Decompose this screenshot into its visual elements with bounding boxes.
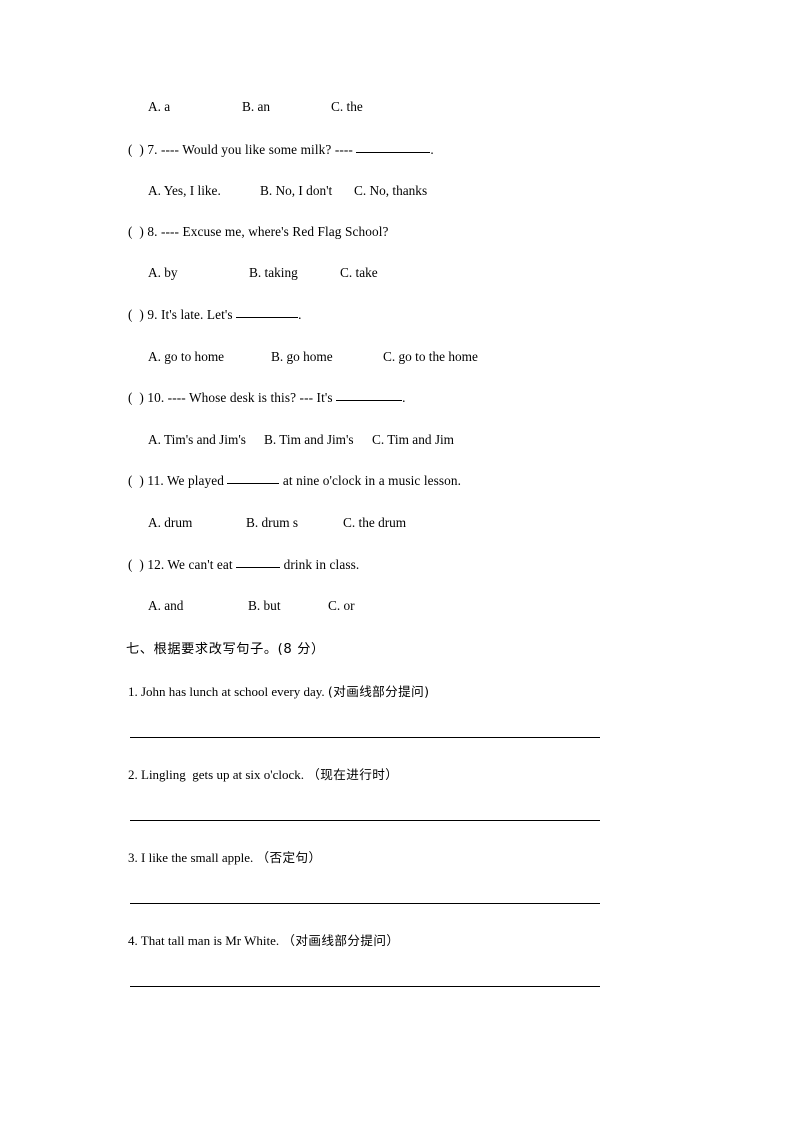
question-marker-11: ( ) 11. [128, 473, 164, 488]
question-text-9-before: It's late. Let's [157, 307, 237, 322]
option-9-b[interactable]: B. go home [271, 349, 383, 365]
option-12-b[interactable]: B. but [248, 598, 328, 614]
question-text-11-before: We played [163, 473, 228, 488]
rewrite-instruction-3: （否定句） [256, 850, 322, 865]
question-marker-9: ( ) 9. [128, 307, 158, 322]
question-marker-10: ( ) 10. [128, 390, 165, 405]
option-11-b[interactable]: B. drum s [246, 515, 343, 531]
option-row-10: A. Tim's and Jim's B. Tim and Jim's C. T… [148, 432, 454, 448]
rewrite-sentence-1: John has lunch at school every day. [137, 684, 328, 699]
question-text-7-before: ---- Would you like some milk? ---- [157, 142, 357, 157]
option-row-11: A. drum B. drum s C. the drum [148, 515, 406, 531]
section-heading-seven: 七、根据要求改写句子。(8 分） [126, 642, 325, 657]
question-text-9-after: . [298, 307, 302, 322]
rewrite-sentence-2: Lingling gets up at six o'clock. [137, 767, 308, 782]
option-11-c[interactable]: C. the drum [343, 515, 406, 531]
question-text-11-after: at nine o'clock in a music lesson. [279, 473, 462, 488]
answer-rule-3[interactable] [130, 903, 600, 904]
option-row-7: A. Yes, I like. B. No, I don't C. No, th… [148, 183, 427, 199]
question-marker-12: ( ) 12. [128, 557, 165, 572]
answer-blank-11[interactable] [227, 483, 280, 484]
answer-blank-9[interactable] [236, 317, 299, 318]
question-marker-7: ( ) 7. [128, 142, 158, 157]
option-10-c[interactable]: C. Tim and Jim [372, 432, 454, 448]
rewrite-item-4: 4. That tall man is Mr White. （对画线部分提问） [128, 930, 399, 949]
option-8-b[interactable]: B. taking [249, 265, 340, 281]
option-7-a[interactable]: A. Yes, I like. [148, 183, 260, 199]
rewrite-sentence-4: That tall man is Mr White. [137, 933, 283, 948]
question-text-10-before: ---- Whose desk is this? --- It's [164, 390, 337, 405]
option-9-a[interactable]: A. go to home [148, 349, 271, 365]
option-a[interactable]: A. a [148, 99, 242, 115]
rewrite-number-1: 1. [128, 684, 138, 699]
question-text-7-after: . [430, 142, 434, 157]
answer-blank-7[interactable] [356, 152, 431, 153]
question-stem-10: ( ) 10. ---- Whose desk is this? --- It'… [128, 390, 406, 406]
question-text-12-after: drink in class. [280, 557, 360, 572]
question-stem-8: ( ) 8. ---- Excuse me, where's Red Flag … [128, 224, 389, 240]
rewrite-instruction-4: （对画线部分提问） [282, 933, 400, 948]
rewrite-item-2: 2. Lingling gets up at six o'clock. （现在进… [128, 764, 398, 783]
rewrite-number-3: 3. [128, 850, 138, 865]
question-stem-11: ( ) 11. We played at nine o'clock in a m… [128, 473, 461, 489]
option-12-a[interactable]: A. and [148, 598, 248, 614]
option-8-a[interactable]: A. by [148, 265, 249, 281]
question-stem-7: ( ) 7. ---- Would you like some milk? --… [128, 142, 434, 158]
rewrite-instruction-2: （现在进行时） [307, 767, 399, 782]
rewrite-number-4: 4. [128, 933, 138, 948]
rewrite-sentence-3: I like the small apple. [137, 850, 257, 865]
option-c[interactable]: C. the [331, 99, 363, 115]
answer-rule-2[interactable] [130, 820, 600, 821]
rewrite-instruction-1: (对画线部分提问) [327, 684, 430, 699]
rewrite-number-2: 2. [128, 767, 138, 782]
question-text-12-before: We can't eat [164, 557, 237, 572]
option-row-9: A. go to home B. go home C. go to the ho… [148, 349, 478, 365]
option-10-a[interactable]: A. Tim's and Jim's [148, 432, 264, 448]
option-11-a[interactable]: A. drum [148, 515, 246, 531]
answer-blank-10[interactable] [336, 400, 403, 401]
answer-blank-12[interactable] [236, 567, 281, 568]
option-7-c[interactable]: C. No, thanks [354, 183, 427, 199]
option-row-8: A. by B. taking C. take [148, 265, 378, 281]
rewrite-item-1: 1. John has lunch at school every day. (… [128, 681, 429, 700]
option-12-c[interactable]: C. or [328, 598, 355, 614]
worksheet-page: A. a B. an C. the ( ) 7. ---- Would you … [0, 0, 794, 1123]
option-7-b[interactable]: B. No, I don't [260, 183, 354, 199]
rewrite-item-3: 3. I like the small apple. （否定句） [128, 847, 322, 866]
option-b[interactable]: B. an [242, 99, 331, 115]
option-row-12: A. and B. but C. or [148, 598, 355, 614]
answer-rule-1[interactable] [130, 737, 600, 738]
answer-rule-4[interactable] [130, 986, 600, 987]
option-row-orphan: A. a B. an C. the [148, 99, 363, 115]
option-8-c[interactable]: C. take [340, 265, 378, 281]
question-text-10-after: . [402, 390, 406, 405]
question-marker-8: ( ) 8. [128, 224, 158, 239]
option-10-b[interactable]: B. Tim and Jim's [264, 432, 372, 448]
option-9-c[interactable]: C. go to the home [383, 349, 478, 365]
question-stem-9: ( ) 9. It's late. Let's . [128, 307, 302, 323]
question-stem-12: ( ) 12. We can't eat drink in class. [128, 557, 359, 573]
question-text-8: ---- Excuse me, where's Red Flag School? [157, 224, 389, 239]
